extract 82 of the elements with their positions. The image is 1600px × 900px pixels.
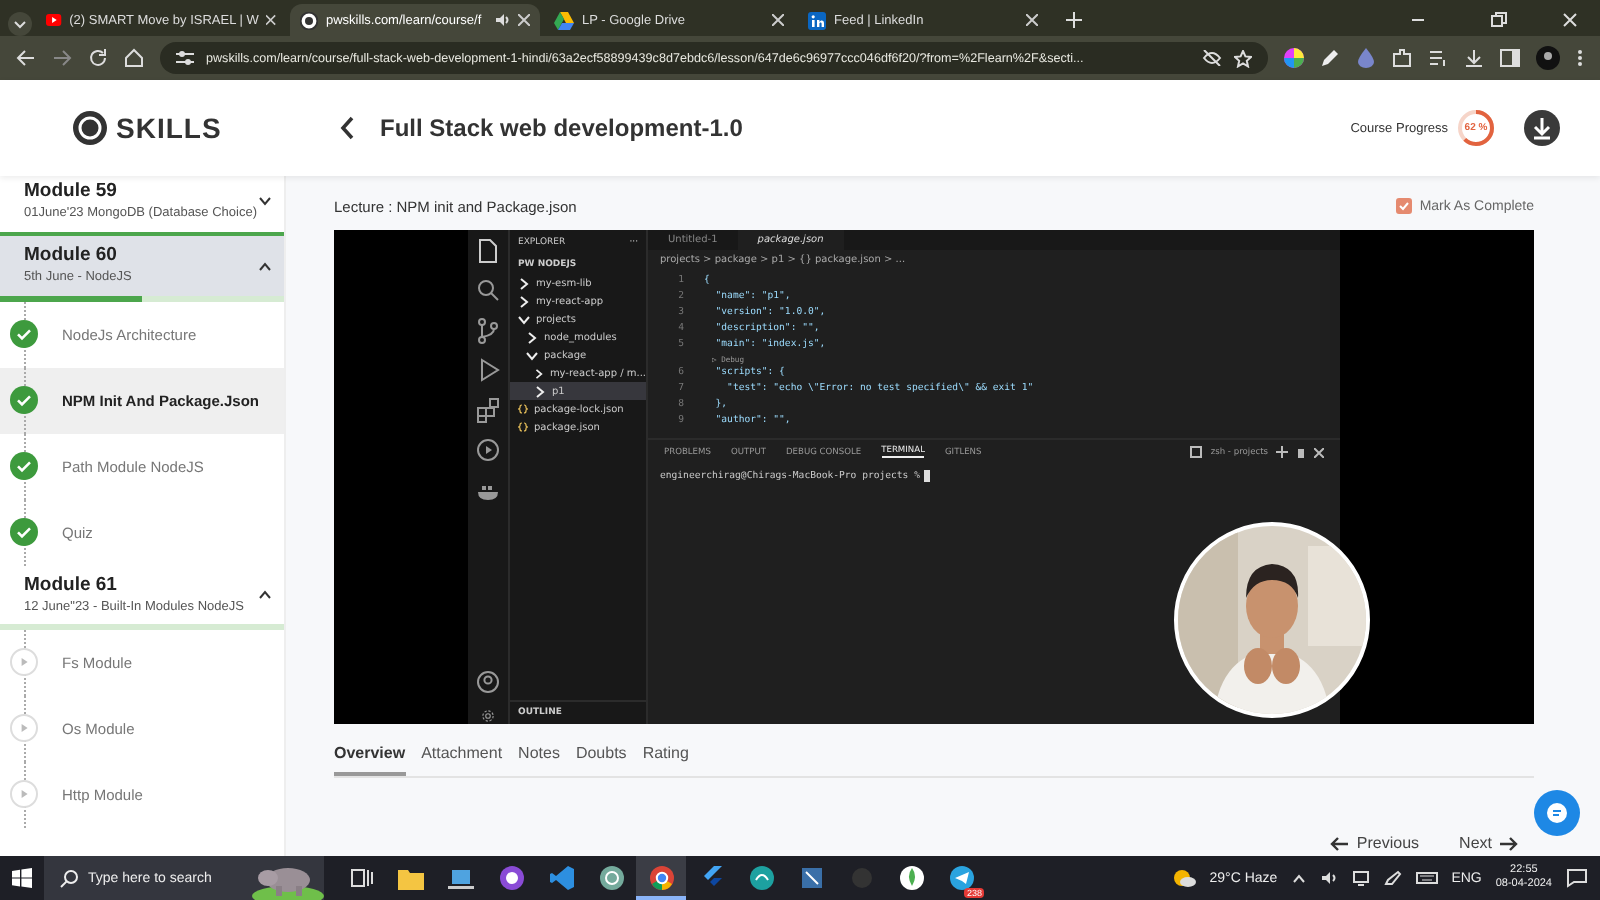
branch-icon[interactable] <box>474 316 502 344</box>
star-icon[interactable] <box>1234 49 1252 67</box>
close-icon[interactable] <box>1560 10 1580 30</box>
tune-icon <box>176 50 194 66</box>
speaker-icon[interactable] <box>1319 870 1338 886</box>
braces-icon <box>518 422 528 432</box>
tab[interactable]: Attachment <box>421 736 503 776</box>
module-title: Module 61 <box>24 573 119 596</box>
windows-icon[interactable] <box>12 868 32 888</box>
search-icon <box>60 869 78 887</box>
color-wheel-icon[interactable] <box>1284 48 1304 68</box>
menu-icon[interactable] <box>1576 48 1584 68</box>
add-icon[interactable] <box>1276 446 1288 458</box>
laptop-icon[interactable] <box>448 867 474 889</box>
course-title: Full Stack web development-1.0 <box>380 114 743 142</box>
bird-icon[interactable] <box>699 866 723 890</box>
module-title: Module 60 <box>24 244 119 267</box>
send-icon[interactable] <box>949 866 973 890</box>
notification-icon[interactable] <box>1566 868 1588 888</box>
close-icon[interactable] <box>266 14 276 26</box>
wave-icon[interactable] <box>749 866 773 890</box>
clock-icon[interactable] <box>474 436 502 464</box>
tab[interactable]: Notes <box>518 736 560 776</box>
close-icon[interactable] <box>772 14 784 26</box>
avatar-icon[interactable] <box>1536 46 1560 70</box>
search-icon[interactable] <box>474 276 502 304</box>
module-title: Module 59 <box>24 180 119 202</box>
browser-icon[interactable] <box>649 866 673 890</box>
tab[interactable]: Doubts <box>575 736 627 776</box>
next-button[interactable]: Next <box>1459 834 1518 852</box>
forward-icon[interactable] <box>52 48 72 68</box>
window-icon[interactable] <box>799 866 823 890</box>
task-view-icon[interactable] <box>349 866 373 890</box>
reload-icon[interactable] <box>88 48 108 68</box>
pen-icon[interactable] <box>1383 870 1402 886</box>
keyboard-icon[interactable] <box>1415 870 1438 886</box>
previous-button[interactable]: Previous <box>1330 834 1420 852</box>
chat-button[interactable] <box>1534 790 1580 836</box>
download-icon[interactable] <box>1524 110 1560 146</box>
queue-icon[interactable] <box>1428 48 1448 68</box>
chevron-up-icon[interactable] <box>1291 873 1306 883</box>
arrow-left-icon <box>1330 835 1349 851</box>
new-tab-icon[interactable] <box>1064 10 1084 30</box>
logo-icon <box>300 11 318 29</box>
video-player[interactable] <box>334 230 1534 724</box>
trash-icon[interactable] <box>1296 446 1306 458</box>
download-icon[interactable] <box>1464 48 1484 68</box>
chat-icon <box>1546 802 1568 824</box>
sidebar-icon[interactable] <box>1500 48 1520 68</box>
video-icon <box>46 12 62 28</box>
caret-icon[interactable] <box>258 196 272 207</box>
files-icon[interactable] <box>474 236 502 264</box>
braces-icon <box>518 404 528 414</box>
folder-icon[interactable] <box>398 867 424 889</box>
restore-icon[interactable] <box>1488 10 1508 30</box>
linkedin-icon <box>808 11 826 29</box>
eye-off-icon[interactable] <box>1202 50 1222 66</box>
weather-icon <box>1171 868 1196 888</box>
tab[interactable]: Rating <box>642 736 689 776</box>
close-icon[interactable] <box>1314 447 1324 457</box>
code-editor-icon[interactable] <box>549 866 573 890</box>
leaf-icon[interactable] <box>899 866 923 890</box>
drive-icon <box>554 11 574 29</box>
account-icon[interactable] <box>474 668 502 696</box>
extensions-icon[interactable] <box>474 396 502 424</box>
dropdown-icon[interactable] <box>8 12 32 36</box>
back-icon[interactable] <box>340 116 356 140</box>
close-icon[interactable] <box>1026 14 1038 26</box>
caret-icon[interactable] <box>258 261 272 272</box>
logo-icon <box>72 110 108 146</box>
logo-text: SKILLS <box>116 112 222 144</box>
close-icon[interactable] <box>518 14 530 26</box>
monitor-icon[interactable] <box>1351 870 1370 886</box>
tab[interactable]: Overview <box>334 736 406 776</box>
checkbox[interactable] <box>1395 198 1412 214</box>
puzzle-icon[interactable] <box>1392 48 1412 68</box>
drop-icon[interactable] <box>1356 48 1376 68</box>
pen-icon[interactable] <box>1320 48 1340 68</box>
caret-icon[interactable] <box>258 589 272 600</box>
terminal-icon <box>1190 446 1203 458</box>
home-icon[interactable] <box>124 48 144 68</box>
arrow-right-icon <box>1500 835 1518 851</box>
